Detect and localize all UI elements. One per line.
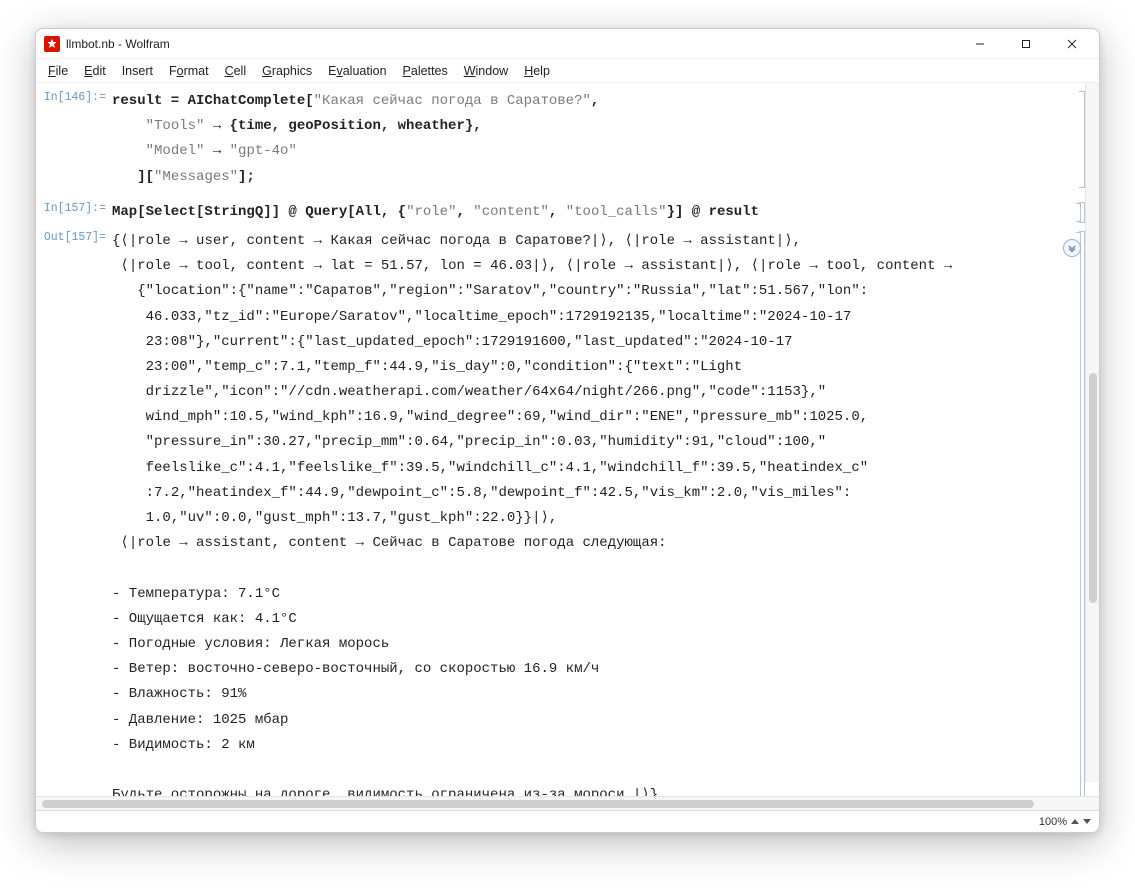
menu-file[interactable]: File [42, 62, 74, 80]
maximize-button[interactable] [1003, 29, 1049, 59]
input-cell-157[interactable]: In[157]:= Map[Select[StringQ]] @ Query[A… [42, 200, 1087, 225]
window-title: llmbot.nb - Wolfram [66, 37, 170, 51]
menu-format[interactable]: Format [163, 62, 215, 80]
minimize-button[interactable] [957, 29, 1003, 59]
zoom-level[interactable]: 100% [1039, 816, 1067, 828]
close-button[interactable] [1049, 29, 1095, 59]
scrollbar-thumb[interactable] [1089, 373, 1097, 603]
menu-help[interactable]: Help [518, 62, 556, 80]
menu-graphics[interactable]: Graphics [256, 62, 318, 80]
notebook-area[interactable]: In[146]:= result = AIChatComplete["Какая… [36, 83, 1099, 796]
zoom-up-icon[interactable] [1071, 819, 1079, 824]
menu-evaluation[interactable]: Evaluation [322, 62, 392, 80]
horizontal-scrollbar[interactable] [36, 796, 1099, 810]
menubar: File Edit Insert Format Cell Graphics Ev… [36, 59, 1099, 83]
cell-body[interactable]: Map[Select[StringQ]] @ Query[All, {"role… [112, 200, 1087, 225]
titlebar[interactable]: llmbot.nb - Wolfram [36, 29, 1099, 59]
menu-edit[interactable]: Edit [78, 62, 112, 80]
menu-window[interactable]: Window [458, 62, 514, 80]
vertical-scrollbar[interactable] [1085, 83, 1099, 782]
menu-palettes[interactable]: Palettes [397, 62, 454, 80]
cell-body[interactable]: {⟨|role → user, content → Какая сейчас п… [112, 229, 1087, 796]
cell-label: Out[157]= [42, 229, 112, 244]
output-cell-157[interactable]: Out[157]= {⟨|role → user, content → Кака… [42, 229, 1087, 796]
expand-cell-icon[interactable] [1063, 239, 1081, 257]
cell-label: In[157]:= [42, 200, 112, 215]
menu-cell[interactable]: Cell [219, 62, 253, 80]
statusbar: 100% [36, 810, 1099, 832]
scrollbar-thumb[interactable] [42, 800, 1034, 808]
wolfram-icon [44, 36, 60, 52]
zoom-down-icon[interactable] [1083, 819, 1091, 824]
cell-label: In[146]:= [42, 89, 112, 104]
cell-body[interactable]: result = AIChatComplete["Какая сейчас по… [112, 89, 1087, 190]
app-window: llmbot.nb - Wolfram File Edit Insert For… [35, 28, 1100, 833]
menu-insert[interactable]: Insert [116, 62, 159, 80]
input-cell-146[interactable]: In[146]:= result = AIChatComplete["Какая… [42, 89, 1087, 190]
